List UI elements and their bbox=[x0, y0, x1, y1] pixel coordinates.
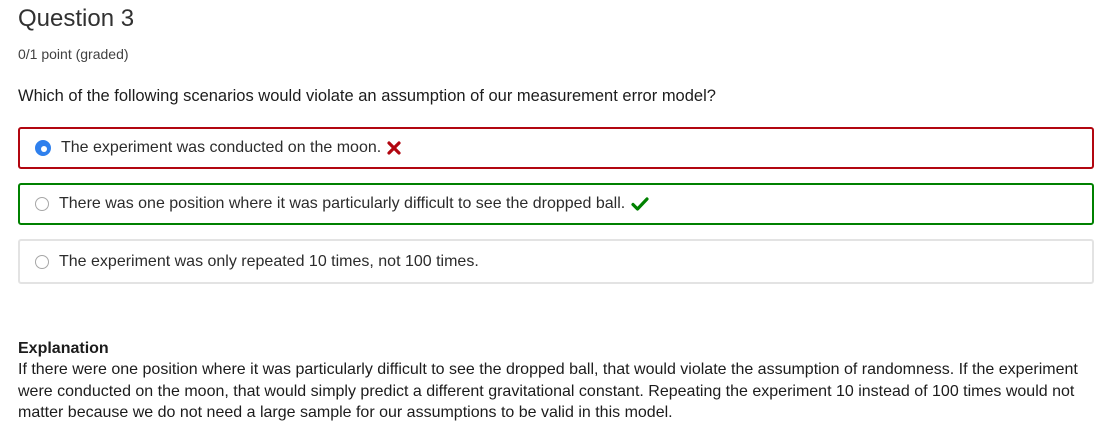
answer-option-label: The experiment was conducted on the moon… bbox=[61, 139, 382, 156]
checkmark-icon bbox=[631, 197, 649, 211]
answer-option-2[interactable]: There was one position where it was part… bbox=[18, 183, 1094, 225]
explanation-heading: Explanation bbox=[18, 340, 109, 357]
answer-option-1[interactable]: The experiment was conducted on the moon… bbox=[18, 127, 1094, 169]
radio-button[interactable] bbox=[35, 254, 49, 269]
points-status: 0/1 point (graded) bbox=[18, 46, 129, 62]
question-title: Question 3 bbox=[18, 5, 135, 32]
answer-option-3[interactable]: The experiment was only repeated 10 time… bbox=[18, 239, 1094, 284]
explanation-text: If there were one position where it was … bbox=[18, 361, 1078, 421]
explanation-section: Explanation If there were one position w… bbox=[18, 338, 1098, 424]
radio-button[interactable] bbox=[35, 197, 49, 211]
answer-option-label: The experiment was only repeated 10 time… bbox=[59, 252, 479, 270]
radio-button-selected[interactable] bbox=[35, 140, 51, 156]
answer-option-label: There was one position where it was part… bbox=[59, 195, 626, 212]
cross-icon bbox=[387, 141, 401, 155]
question-prompt: Which of the following scenarios would v… bbox=[18, 87, 716, 105]
